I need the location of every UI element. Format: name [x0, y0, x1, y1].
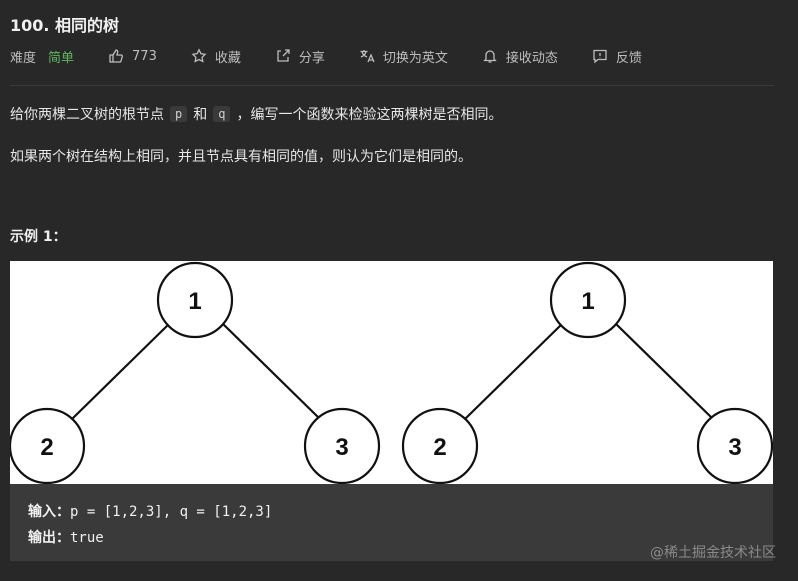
like-count: 773: [132, 48, 157, 64]
notify-label: 接收动态: [505, 50, 558, 66]
header-divider: [10, 85, 774, 86]
switch-language-label: 切换为英文: [382, 50, 448, 66]
feedback-label: 反馈: [615, 50, 642, 66]
input-label: 输入：: [28, 504, 70, 520]
example-output-line: 输出：true: [28, 527, 104, 547]
example-input-line: 输入：p = [1,2,3], q = [1,2,3]: [28, 501, 272, 521]
example-title: 示例 1：: [10, 229, 67, 245]
share-button[interactable]: 分享: [275, 47, 325, 66]
difficulty-label: 难度: [10, 50, 37, 66]
tree-diagram: 1 2 3 1 2 3: [10, 261, 773, 484]
bell-icon: [483, 50, 497, 63]
output-value: true: [70, 530, 104, 546]
var-p: p: [170, 106, 188, 122]
share-icon: [277, 49, 290, 62]
switch-language-button[interactable]: 切换为英文: [359, 47, 448, 66]
tree-node-label: 2: [433, 434, 446, 461]
notify-button[interactable]: 接收动态: [482, 47, 558, 66]
problem-meta-bar: 难度 简单 773 收藏 分享 切换为英文 接收动态 反馈: [10, 46, 676, 66]
tree-node-label: 3: [728, 434, 741, 461]
tree-node-label: 3: [335, 434, 348, 461]
watermark: @稀土掘金技术社区: [650, 545, 776, 561]
description-text: ，编写一个函数来检验这两棵树是否相同。: [236, 107, 503, 123]
translate-icon: [360, 50, 375, 63]
description-line-1: 给你两棵二叉树的根节点 p 和 q ，编写一个函数来检验这两棵树是否相同。: [10, 104, 502, 124]
feedback-button[interactable]: 反馈: [592, 47, 642, 66]
thumbs-up-icon: [109, 49, 124, 63]
description-and: 和: [193, 107, 208, 123]
var-q: q: [213, 106, 231, 122]
difficulty-value: 简单: [48, 50, 75, 66]
output-label: 输出：: [28, 530, 70, 546]
like-button[interactable]: 773: [108, 48, 157, 64]
tree-node-label: 1: [188, 288, 201, 315]
tree-node-label: 1: [581, 288, 594, 315]
example-tree-figure: 1 2 3 1 2 3: [10, 261, 773, 484]
star-icon: [191, 48, 207, 63]
input-value: p = [1,2,3], q = [1,2,3]: [70, 504, 273, 520]
tree-node-label: 2: [40, 434, 53, 461]
tree-edge: [614, 322, 714, 420]
share-label: 分享: [298, 50, 325, 66]
tree-edge: [464, 322, 564, 420]
tree-edge: [221, 322, 321, 420]
favorite-button[interactable]: 收藏: [191, 47, 241, 66]
tree-edge: [71, 322, 171, 420]
description-text: 给你两棵二叉树的根节点: [10, 107, 164, 123]
favorite-label: 收藏: [214, 50, 241, 66]
problem-title: 100. 相同的树: [10, 16, 120, 35]
feedback-icon: [593, 49, 607, 64]
description-line-2: 如果两个树在结构上相同，并且节点具有相同的值，则认为它们是相同的。: [10, 149, 472, 165]
